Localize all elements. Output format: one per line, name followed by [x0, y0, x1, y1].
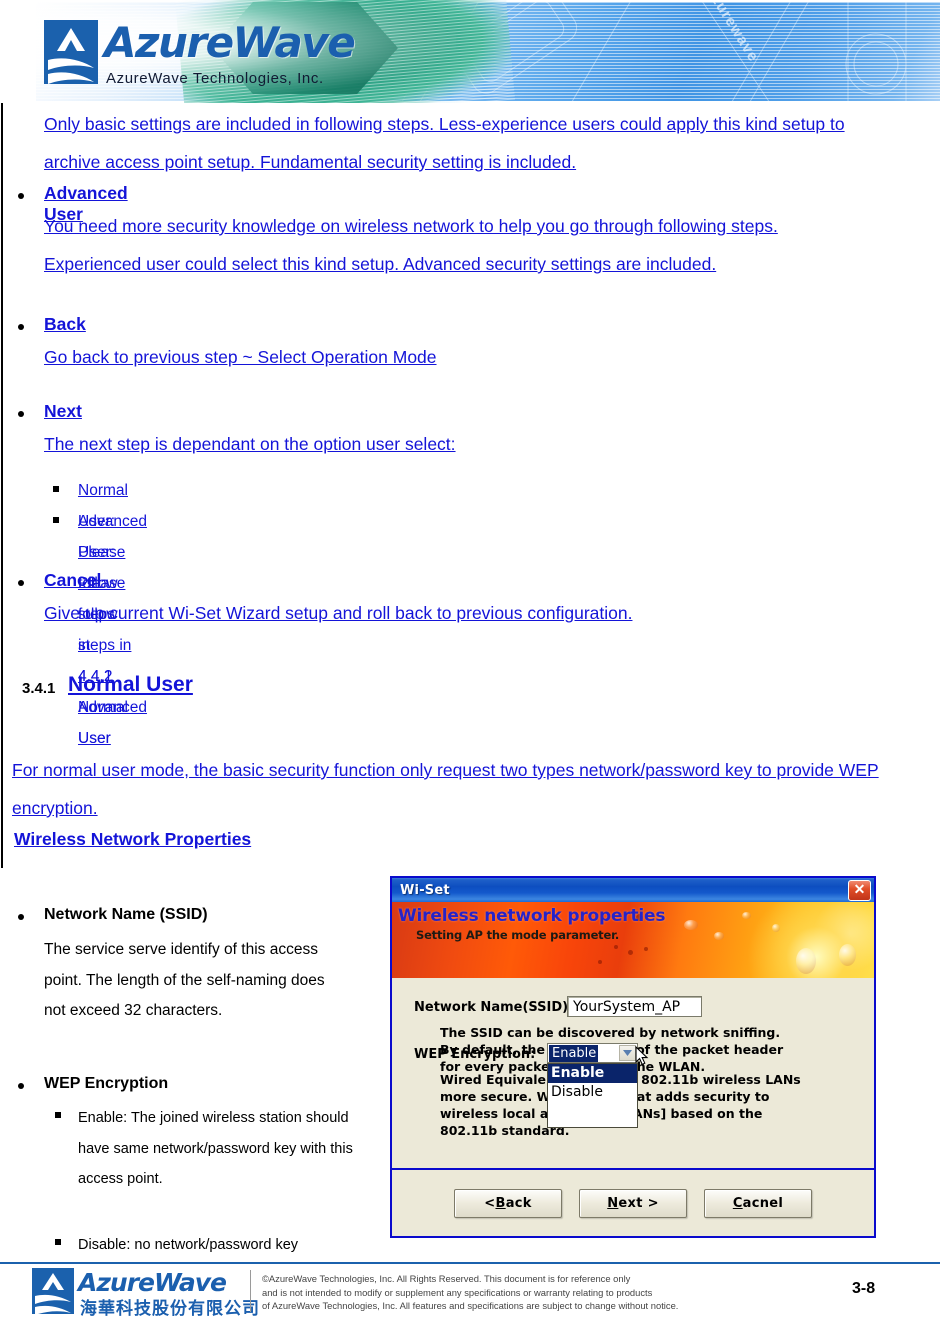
dialog-banner-image: Wireless network properties Setting AP t…	[392, 902, 874, 978]
bullet-body-next-text: The next step is dependant on the option…	[44, 434, 456, 454]
list-item-body-network-name: The service serve identify of this acces…	[44, 941, 325, 1019]
wep-encryption-dropdown-list[interactable]: Enable Disable	[547, 1063, 638, 1128]
banner-spot	[598, 960, 602, 964]
next-button-label: ext >	[618, 1195, 659, 1211]
page-header-banner: AzureWave AzureWave Technologies, Inc. a…	[0, 0, 940, 103]
dialog-title: Wi-Set	[400, 882, 450, 898]
wep-help-line-3-head: wireless local a	[440, 1106, 549, 1121]
ssid-help-line-1: The SSID can be discovered by network sn…	[440, 1025, 781, 1040]
banner-water-droplet	[796, 948, 816, 974]
back-button-prefix: <	[484, 1195, 496, 1211]
footer-logo-divider	[250, 1270, 251, 1312]
cancel-button[interactable]: Cacnel	[704, 1188, 812, 1218]
bullet-body-back-text: Go back to previous step ~ Select Operat…	[44, 347, 437, 367]
chevron-down-icon[interactable]	[619, 1045, 636, 1061]
bullet-body-back: Go back to previous step ~ Select Operat…	[44, 338, 864, 376]
bullet-dot-icon	[18, 1083, 24, 1089]
list-item-title-network-name: Network Name (SSID)	[44, 906, 208, 923]
mouse-cursor-icon	[635, 1045, 649, 1070]
bullet-dot-icon	[18, 580, 24, 586]
wiset-dialog[interactable]: Wi-Set ✕ Wireless network properties Set…	[390, 876, 876, 1238]
header-logo-tagline: AzureWave Technologies, Inc.	[106, 70, 324, 87]
footer-legal-line-3: of AzureWave Technologies, Inc. All feat…	[262, 1300, 679, 1311]
page-footer: AzureWave 海華科技股份有限公司 ©AzureWave Technolo…	[0, 1264, 940, 1319]
banner-water-droplet	[839, 944, 856, 966]
bullet-body-advanced-user-text: You need more security knowledge on wire…	[44, 216, 778, 274]
banner-spot	[628, 950, 633, 955]
section-intro-paragraph: For normal user mode, the basic security…	[12, 751, 882, 827]
cancel-button-label: acnel	[742, 1195, 784, 1211]
footer-logo-chinese-name: 海華科技股份有限公司	[80, 1299, 260, 1319]
dialog-button-bar: < Back Next > Cacnel	[392, 1170, 874, 1236]
banner-water-droplet	[714, 932, 724, 940]
banner-water-droplet	[772, 924, 780, 932]
sub-bullet-square-icon	[53, 517, 59, 523]
page-left-margin-rule	[1, 103, 3, 868]
footer-legal-text: ©AzureWave Technologies, Inc. All Rights…	[262, 1272, 792, 1313]
next-button[interactable]: Next >	[579, 1188, 687, 1218]
wep-encryption-select[interactable]: Enable	[547, 1043, 638, 1063]
dialog-titlebar: Wi-Set ✕	[392, 878, 874, 902]
dialog-banner-title: Wireless network properties	[398, 906, 666, 926]
back-button[interactable]: < Back	[454, 1188, 562, 1218]
wep-help-line-1-tail: kes 802.11b wireless LANs	[612, 1072, 801, 1087]
wep-help-line-2-head: more secure. W	[440, 1089, 551, 1104]
banner-spot	[614, 945, 618, 949]
section-title[interactable]: Normal User	[68, 673, 193, 697]
ssid-label: Network Name(SSID):	[414, 1000, 574, 1015]
wep-encryption-selected-value: Enable	[549, 1045, 599, 1062]
ssid-input[interactable]: YourSystem_AP	[567, 996, 702, 1017]
banner-water-droplet	[742, 912, 751, 919]
page-number: 3-8	[852, 1280, 876, 1297]
subsection-title[interactable]: Wireless Network Properties	[14, 829, 251, 850]
intro-paragraph: Only basic settings are included in foll…	[44, 105, 879, 181]
cancel-button-accelerator: C	[732, 1195, 743, 1211]
dialog-content-area: Network Name(SSID): YourSystem_AP The SS…	[392, 978, 874, 1170]
banner-spot	[644, 947, 648, 951]
bullet-title-back[interactable]: Back	[44, 314, 86, 335]
dialog-banner-subtitle: Setting AP the mode parameter.	[416, 928, 620, 942]
wep-encryption-label: WEP Encryption:	[414, 1047, 536, 1062]
bullet-body-next: The next step is dependant on the option…	[44, 425, 864, 463]
bullet-dot-icon	[18, 193, 24, 199]
footer-logo-wordmark: AzureWave	[78, 1268, 227, 1297]
close-icon[interactable]: ✕	[848, 879, 871, 901]
list-subitem-disable: Disable: no network/password key	[78, 1237, 299, 1253]
section-intro-text: For normal user mode, the basic security…	[12, 760, 879, 818]
sub-bullet-square-icon	[55, 1112, 61, 1118]
sub-bullet-square-icon	[55, 1239, 61, 1245]
bullet-title-cancel[interactable]: Cancel	[44, 570, 101, 591]
section-number: 3.4.1	[22, 680, 56, 697]
bullet-dot-icon	[18, 914, 24, 920]
list-subitem-enable: Enable: The joined wireless station shou…	[78, 1110, 353, 1187]
footer-legal-line-1: ©AzureWave Technologies, Inc. All Rights…	[262, 1273, 631, 1284]
list-item-title-wep-encryption: WEP Encryption	[44, 1075, 169, 1092]
bullet-body-cancel-text: Give up current Wi-Set Wizard setup and …	[44, 603, 633, 623]
azurewave-logo-icon	[44, 20, 98, 84]
wep-help-line-1-head: Wired Equivalen	[440, 1072, 555, 1087]
footer-azurewave-logo-icon	[32, 1268, 74, 1314]
banner-water-droplet	[684, 920, 698, 930]
wep-option-enable[interactable]: Enable	[548, 1064, 637, 1083]
footer-legal-line-2: and is not intended to modify or supplem…	[262, 1286, 653, 1298]
bullet-title-next[interactable]: Next	[44, 401, 82, 422]
header-logo-wordmark: AzureWave	[104, 18, 356, 67]
intro-paragraph-text: Only basic settings are included in foll…	[44, 114, 845, 172]
back-button-label: ack	[505, 1195, 532, 1211]
next-button-accelerator: N	[607, 1195, 619, 1211]
wep-option-disable[interactable]: Disable	[548, 1083, 637, 1102]
bullet-dot-icon	[18, 411, 24, 417]
bullet-body-advanced-user: You need more security knowledge on wire…	[44, 207, 864, 283]
bullet-dot-icon	[18, 324, 24, 330]
bullet-body-cancel: Give up current Wi-Set Wizard setup and …	[44, 594, 864, 632]
back-button-accelerator: B	[495, 1195, 506, 1211]
sub-bullet-square-icon	[53, 486, 59, 492]
